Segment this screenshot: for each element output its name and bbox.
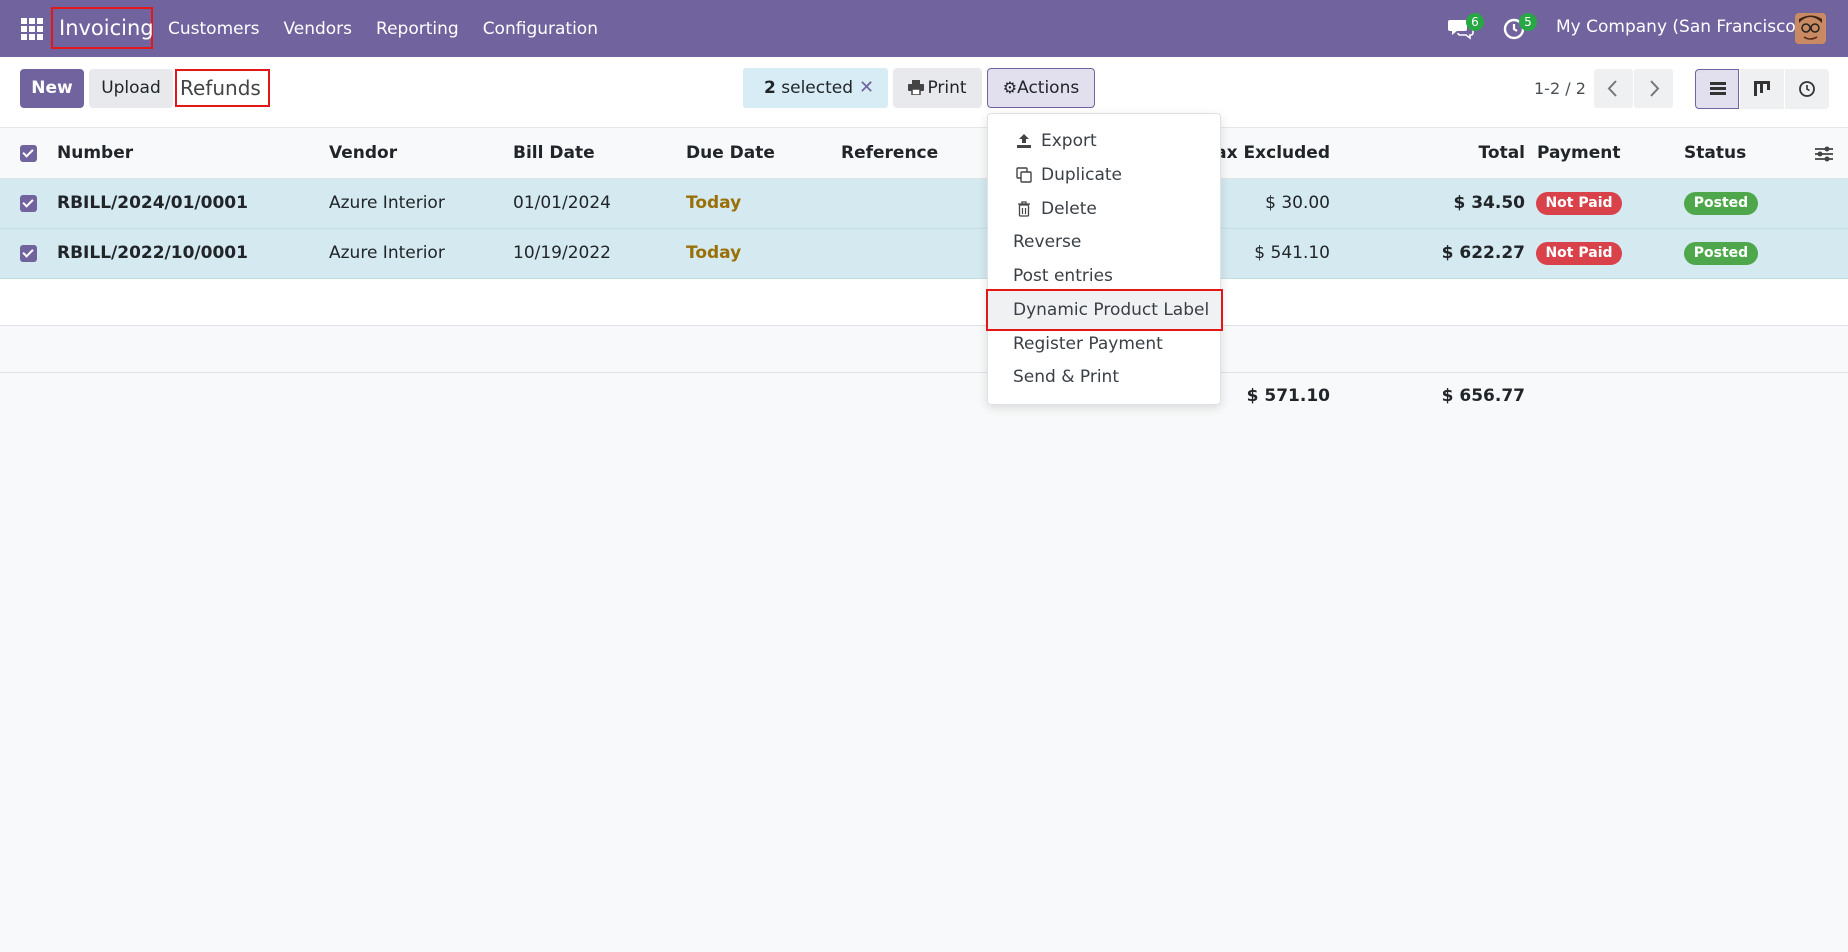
row-checkbox[interactable] bbox=[20, 195, 37, 212]
messages-badge: 6 bbox=[1466, 13, 1484, 31]
action-label: Export bbox=[1041, 131, 1097, 151]
action-reverse[interactable]: Reverse bbox=[988, 225, 1220, 259]
pager-previous-button[interactable] bbox=[1594, 69, 1633, 108]
column-total[interactable]: Total bbox=[1400, 143, 1525, 163]
pager-value[interactable]: 1-2 / 2 bbox=[1534, 79, 1586, 98]
breadcrumb: Refunds bbox=[175, 69, 270, 107]
print-label: Print bbox=[927, 78, 967, 98]
column-payment[interactable]: Payment bbox=[1537, 143, 1621, 163]
column-bill-date[interactable]: Bill Date bbox=[513, 143, 595, 163]
table-row[interactable]: RBILL/2024/01/0001 Azure Interior 01/01/… bbox=[0, 179, 1848, 229]
column-reference[interactable]: Reference bbox=[841, 143, 938, 163]
status-badge: Posted bbox=[1684, 192, 1758, 215]
row-vendor: Azure Interior bbox=[329, 193, 445, 213]
row-bill-date: 01/01/2024 bbox=[513, 193, 611, 213]
app-name[interactable]: Invoicing bbox=[51, 7, 154, 49]
table-row[interactable]: RBILL/2022/10/0001 Azure Interior 10/19/… bbox=[0, 229, 1848, 279]
actions-label: Actions bbox=[1017, 78, 1080, 98]
table-header: Number Vendor Bill Date Due Date Referen… bbox=[0, 129, 1848, 179]
action-duplicate[interactable]: Duplicate bbox=[988, 158, 1220, 192]
row-due-date: Today bbox=[686, 243, 742, 263]
menu-customers[interactable]: Customers bbox=[168, 19, 259, 39]
action-label: Send & Print bbox=[1013, 367, 1119, 387]
action-send-print[interactable]: Send & Print bbox=[988, 360, 1220, 394]
action-export[interactable]: Export bbox=[988, 124, 1220, 158]
upload-icon bbox=[1017, 134, 1031, 148]
copy-icon bbox=[1016, 167, 1032, 183]
printer-icon bbox=[908, 80, 925, 96]
row-vendor: Azure Interior bbox=[329, 243, 445, 263]
row-number: RBILL/2024/01/0001 bbox=[57, 193, 248, 213]
top-navbar: Invoicing Customers Vendors Reporting Co… bbox=[0, 0, 1848, 57]
empty-row bbox=[0, 279, 1848, 326]
action-label: Duplicate bbox=[1041, 165, 1122, 185]
list-view-button[interactable] bbox=[1695, 69, 1739, 109]
actions-button[interactable]: ⚙Actions bbox=[987, 68, 1095, 108]
selected-count: 2 bbox=[764, 78, 776, 98]
row-bill-date: 10/19/2022 bbox=[513, 243, 611, 263]
gear-icon: ⚙ bbox=[1002, 78, 1018, 97]
upload-button[interactable]: Upload bbox=[89, 69, 173, 108]
action-label: Reverse bbox=[1013, 232, 1082, 252]
main-menu: Customers Vendors Reporting Configuratio… bbox=[168, 0, 622, 57]
select-all-checkbox[interactable] bbox=[20, 145, 37, 162]
kanban-view-button[interactable] bbox=[1740, 69, 1784, 109]
empty-row bbox=[0, 326, 1848, 373]
print-button[interactable]: Print bbox=[893, 68, 982, 108]
column-status[interactable]: Status bbox=[1684, 143, 1746, 163]
clock-icon bbox=[1799, 81, 1815, 97]
company-switcher[interactable]: My Company (San Francisco) bbox=[1556, 17, 1802, 37]
kanban-view-icon bbox=[1754, 81, 1770, 96]
chevron-right-icon bbox=[1650, 80, 1660, 97]
control-panel: New Upload Refunds 2 selected ✕ Print ⚙A… bbox=[0, 57, 1848, 128]
action-label: Dynamic Product Label bbox=[1013, 300, 1210, 320]
row-due-date: Today bbox=[686, 193, 742, 213]
action-label: Register Payment bbox=[1013, 334, 1163, 354]
payment-status-badge: Not Paid bbox=[1536, 192, 1622, 215]
row-number: RBILL/2022/10/0001 bbox=[57, 243, 248, 263]
action-label: Delete bbox=[1041, 199, 1097, 219]
chevron-left-icon bbox=[1607, 80, 1617, 97]
pager-next-button[interactable] bbox=[1634, 69, 1673, 108]
menu-vendors[interactable]: Vendors bbox=[283, 19, 352, 39]
action-register-payment[interactable]: Register Payment bbox=[988, 327, 1220, 361]
row-checkbox[interactable] bbox=[20, 245, 37, 262]
action-dynamic-product-label[interactable]: Dynamic Product Label bbox=[986, 289, 1223, 331]
menu-configuration[interactable]: Configuration bbox=[483, 19, 598, 39]
selection-indicator: 2 selected ✕ bbox=[743, 68, 888, 108]
row-total: $ 34.50 bbox=[1453, 193, 1525, 213]
apps-menu-icon[interactable] bbox=[21, 18, 43, 40]
activities-badge: 5 bbox=[1519, 13, 1537, 31]
column-due-date[interactable]: Due Date bbox=[686, 143, 775, 163]
selected-label: selected bbox=[781, 78, 854, 98]
optional-columns-sliders-icon[interactable] bbox=[1814, 145, 1834, 163]
menu-reporting[interactable]: Reporting bbox=[376, 19, 459, 39]
action-delete[interactable]: Delete bbox=[988, 192, 1220, 226]
column-number[interactable]: Number bbox=[57, 143, 133, 163]
payment-status-badge: Not Paid bbox=[1536, 242, 1622, 265]
unselect-close-icon[interactable]: ✕ bbox=[859, 68, 874, 108]
action-label: Post entries bbox=[1013, 266, 1113, 286]
total-amount: $ 656.77 bbox=[1441, 386, 1525, 406]
user-avatar[interactable] bbox=[1795, 13, 1826, 44]
activity-view-button[interactable] bbox=[1785, 69, 1829, 109]
status-badge: Posted bbox=[1684, 242, 1758, 265]
actions-dropdown-menu: Export Duplicate Delete Reverse Post ent… bbox=[986, 113, 1223, 405]
row-total: $ 622.27 bbox=[1441, 243, 1525, 263]
trash-icon bbox=[1018, 201, 1030, 217]
column-vendor[interactable]: Vendor bbox=[329, 143, 397, 163]
action-post-entries[interactable]: Post entries bbox=[988, 259, 1220, 293]
list-view-icon bbox=[1710, 82, 1726, 95]
new-button[interactable]: New bbox=[20, 69, 84, 108]
